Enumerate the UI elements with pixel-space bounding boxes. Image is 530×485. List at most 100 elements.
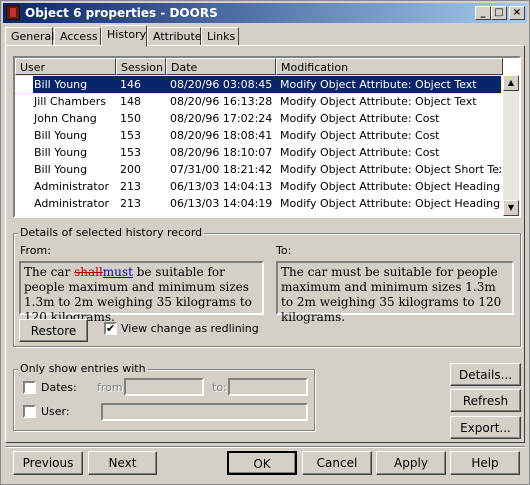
cell-date: 06/13/03 14:04:13 bbox=[170, 180, 273, 193]
export-button[interactable]: Export... bbox=[450, 416, 521, 439]
column-header-user[interactable]: User bbox=[15, 58, 116, 75]
redline-deleted-text: shall bbox=[74, 265, 103, 279]
dates-label: Dates: bbox=[41, 381, 77, 394]
apply-button[interactable]: Apply bbox=[376, 451, 446, 475]
cell-session: 153 bbox=[120, 146, 141, 159]
dates-checkbox[interactable] bbox=[23, 381, 36, 394]
cell-date: 08/20/96 03:08:45 bbox=[166, 76, 276, 93]
details-group-legend: Details of selected history record bbox=[18, 226, 205, 239]
redline-inserted-text: must bbox=[102, 265, 133, 279]
from-label: From: bbox=[20, 244, 51, 257]
cell-modification: Modify Object Attribute: Object Short Te… bbox=[280, 163, 501, 176]
dates-to-field bbox=[228, 378, 308, 396]
cell-modification: Modify Object Attribute: Object Text bbox=[280, 95, 477, 108]
scroll-up-arrow-icon[interactable]: ▲ bbox=[503, 75, 519, 91]
cell-user: Bill Young bbox=[34, 146, 88, 159]
history-row[interactable]: John Chang 150 08/20/96 17:02:24 Modify … bbox=[15, 110, 501, 127]
redlining-label: View change as redlining bbox=[121, 322, 259, 335]
cell-modification: Modify Object Attribute: Cost bbox=[280, 129, 440, 142]
user-checkbox[interactable] bbox=[23, 405, 36, 418]
scroll-down-arrow-icon[interactable]: ▼ bbox=[503, 200, 519, 216]
cell-modification: Modify Object Attribute: Object Text bbox=[276, 76, 501, 93]
refresh-button-label: Refresh bbox=[462, 394, 509, 408]
from-text-prefix: The car bbox=[24, 265, 75, 279]
cell-modification: Modify Object Attribute: Object Heading bbox=[280, 197, 501, 210]
cell-user: Bill Young bbox=[33, 76, 116, 93]
cell-user: Bill Young bbox=[34, 129, 88, 142]
history-row[interactable]: Administrator 213 06/13/03 14:04:13 Modi… bbox=[15, 178, 501, 195]
cell-session: 213 bbox=[120, 197, 141, 210]
previous-button-label: Previous bbox=[22, 456, 74, 470]
cell-session: 213 bbox=[120, 180, 141, 193]
cell-user: Bill Young bbox=[34, 163, 88, 176]
dates-from-label: from: bbox=[97, 381, 127, 394]
column-header-modification[interactable]: Modification bbox=[276, 58, 503, 75]
tab-attributes[interactable]: Attributes bbox=[147, 27, 207, 46]
cell-session: 148 bbox=[120, 95, 141, 108]
history-list[interactable]: User Session Date Modification Bill Youn… bbox=[13, 56, 521, 218]
cell-modification: Modify Object Attribute: Cost bbox=[280, 146, 440, 159]
footer-divider bbox=[5, 446, 525, 448]
apply-button-label: Apply bbox=[394, 456, 428, 470]
details-button[interactable]: Details... bbox=[450, 363, 521, 386]
history-row[interactable]: Bill Young 200 07/31/00 18:21:42 Modify … bbox=[15, 161, 501, 178]
dates-to-label: to: bbox=[212, 381, 227, 394]
cell-user: Administrator bbox=[34, 197, 109, 210]
filter-group-legend: Only show entries with bbox=[18, 362, 148, 375]
minimize-button[interactable]: _ bbox=[475, 6, 491, 20]
redlining-checkbox[interactable]: ✔ bbox=[104, 322, 117, 335]
tab-access[interactable]: Access bbox=[54, 27, 101, 46]
column-header-date[interactable]: Date bbox=[166, 58, 276, 75]
restore-button[interactable]: Restore bbox=[19, 319, 88, 342]
window-title: Object 6 properties - DOORS bbox=[25, 6, 218, 20]
restore-button-label: Restore bbox=[30, 324, 77, 338]
cancel-button[interactable]: Cancel bbox=[302, 451, 372, 475]
cell-date: 06/13/03 14:04:19 bbox=[170, 197, 273, 210]
refresh-button[interactable]: Refresh bbox=[450, 389, 521, 412]
cell-user: Jill Chambers bbox=[34, 95, 107, 108]
export-button-label: Export... bbox=[460, 421, 511, 435]
cell-date: 08/20/96 18:10:07 bbox=[170, 146, 273, 159]
help-button-label: Help bbox=[471, 456, 499, 470]
close-button[interactable]: × bbox=[509, 6, 525, 20]
history-row[interactable]: Bill Young 153 08/20/96 18:08:41 Modify … bbox=[15, 127, 501, 144]
user-field bbox=[101, 403, 308, 421]
cell-session: 150 bbox=[120, 112, 141, 125]
maximize-button[interactable]: □ bbox=[491, 6, 507, 20]
doors-app-icon bbox=[6, 5, 20, 20]
title-bar[interactable]: Object 6 properties - DOORS _ □ × bbox=[3, 3, 527, 23]
cancel-button-label: Cancel bbox=[316, 456, 358, 470]
previous-button[interactable]: Previous bbox=[13, 451, 83, 475]
column-header-session[interactable]: Session bbox=[116, 58, 166, 75]
history-row[interactable]: Administrator 213 06/13/03 14:04:19 Modi… bbox=[15, 195, 501, 212]
history-list-header: User Session Date Modification bbox=[15, 58, 519, 75]
cell-modification: Modify Object Attribute: Object Heading bbox=[280, 180, 501, 193]
to-label: To: bbox=[276, 244, 292, 257]
cell-date: 08/20/96 16:13:28 bbox=[170, 95, 273, 108]
history-row[interactable]: Jill Chambers 148 08/20/96 16:13:28 Modi… bbox=[15, 93, 501, 110]
dates-from-field bbox=[124, 378, 204, 396]
cell-date: 08/20/96 17:02:24 bbox=[170, 112, 273, 125]
cell-session: 200 bbox=[120, 163, 141, 176]
tab-general[interactable]: General bbox=[5, 27, 54, 46]
from-text-box: The car shallmust be suitable for people… bbox=[19, 261, 264, 324]
cell-date: 07/31/00 18:21:42 bbox=[170, 163, 273, 176]
help-button[interactable]: Help bbox=[450, 451, 520, 475]
cell-user: Administrator bbox=[34, 180, 109, 193]
cell-session: 146 bbox=[116, 76, 166, 93]
ok-button-label: OK bbox=[253, 457, 271, 471]
user-label: User: bbox=[41, 405, 70, 418]
cell-user: John Chang bbox=[34, 112, 97, 125]
history-row[interactable]: Bill Young 146 08/20/96 03:08:45 Modify … bbox=[15, 75, 502, 94]
properties-dialog: Object 6 properties - DOORS _ □ × Genera… bbox=[0, 0, 530, 485]
cell-modification: Modify Object Attribute: Cost bbox=[280, 112, 440, 125]
ok-button[interactable]: OK bbox=[227, 451, 297, 475]
history-list-scrollbar[interactable]: ▲ ▼ bbox=[503, 75, 519, 216]
to-text-box: The car must be suitable for people maxi… bbox=[276, 261, 514, 324]
cell-date: 08/20/96 18:08:41 bbox=[170, 129, 273, 142]
next-button[interactable]: Next bbox=[88, 451, 157, 475]
history-row[interactable]: Bill Young 153 08/20/96 18:10:07 Modify … bbox=[15, 144, 501, 161]
tab-history[interactable]: History bbox=[101, 25, 147, 47]
tab-links[interactable]: Links bbox=[201, 27, 239, 46]
details-button-label: Details... bbox=[458, 368, 513, 382]
